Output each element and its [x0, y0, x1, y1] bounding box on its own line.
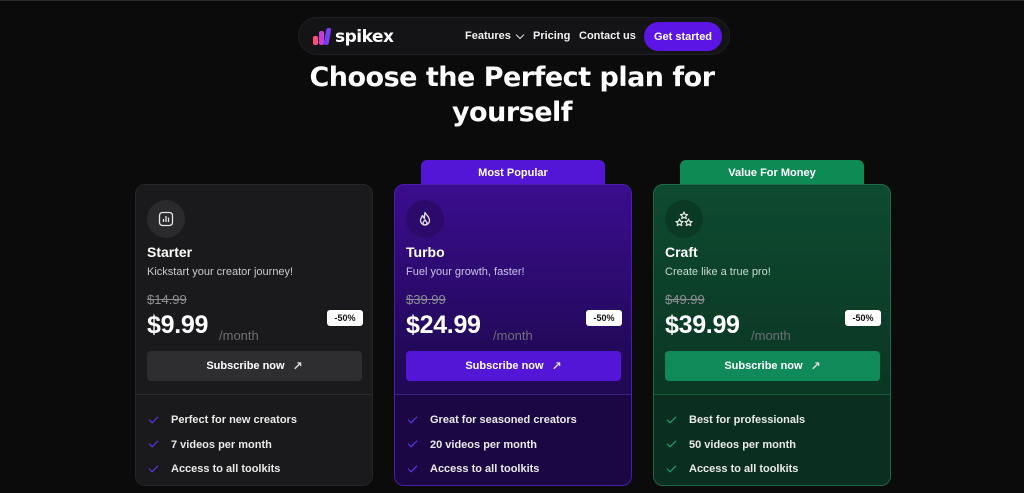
check-icon	[407, 438, 420, 451]
chevron-down-icon	[515, 30, 525, 39]
brand-logo[interactable]: spikex	[313, 27, 394, 47]
feature-text: Access to all toolkits	[689, 463, 799, 476]
discount-badge: -50%	[327, 310, 363, 326]
feature-text: 50 videos per month	[689, 438, 796, 451]
old-price: $49.99	[665, 292, 705, 307]
check-icon	[148, 438, 161, 451]
value-for-money-badge: Value For Money	[680, 160, 864, 186]
navbar: spikex Features Pricing Contact us Get s…	[298, 17, 730, 55]
price: $39.99	[665, 311, 740, 339]
price-period: /month	[219, 328, 259, 343]
logo-icon	[313, 28, 332, 46]
list-item: Access to all toolkits	[147, 457, 297, 482]
plan-name: Craft	[665, 244, 698, 260]
subscribe-label: Subscribe now	[724, 360, 803, 372]
feature-text: Best for professionals	[689, 414, 806, 427]
list-item: 50 videos per month	[665, 433, 805, 458]
nav-pricing[interactable]: Pricing	[533, 30, 570, 42]
plan-name: Turbo	[406, 244, 445, 260]
feature-text: Great for seasoned creators	[430, 414, 577, 427]
subscribe-button[interactable]: Subscribe now ↗	[147, 351, 362, 381]
feature-text: Perfect for new creators	[171, 414, 297, 427]
plan-tagline: Create like a true pro!	[665, 266, 771, 278]
plan-card-turbo: Turbo Fuel your growth, faster! $39.99 $…	[394, 184, 632, 486]
list-item: Access to all toolkits	[665, 457, 805, 482]
plan-tagline: Kickstart your creator journey!	[147, 266, 294, 278]
arrow-up-right-icon: ↗	[551, 359, 562, 373]
plan-tagline: Fuel your growth, faster!	[406, 266, 525, 278]
stars-icon	[665, 200, 703, 238]
subscribe-label: Subscribe now	[465, 360, 544, 372]
check-icon	[407, 463, 420, 476]
check-icon	[148, 414, 161, 427]
page-title-line-2: yourself	[451, 97, 573, 128]
check-icon	[407, 414, 420, 427]
discount-badge: -50%	[845, 310, 881, 326]
old-price: $14.99	[147, 292, 187, 307]
feature-list: Best for professionals 50 videos per mon…	[665, 408, 805, 482]
nav-features[interactable]: Features	[465, 30, 525, 42]
feature-text: Access to all toolkits	[171, 463, 281, 476]
feature-text: 20 videos per month	[430, 438, 537, 451]
feature-list: Perfect for new creators 7 videos per mo…	[147, 408, 297, 482]
list-item: Access to all toolkits	[406, 457, 577, 482]
check-icon	[148, 463, 161, 476]
most-popular-badge: Most Popular	[421, 160, 605, 186]
arrow-up-right-icon: ↗	[810, 359, 821, 373]
page-title-line-1: Choose the Perfect plan for	[309, 62, 715, 93]
check-icon	[666, 438, 679, 451]
check-icon	[666, 463, 679, 476]
list-item: 7 videos per month	[147, 433, 297, 458]
page-title: Choose the Perfect plan for yourself	[262, 60, 762, 130]
feature-text: 7 videos per month	[171, 438, 272, 451]
arrow-up-right-icon: ↗	[292, 359, 303, 373]
price-period: /month	[751, 328, 791, 343]
feature-text: Access to all toolkits	[430, 463, 540, 476]
discount-badge: -50%	[586, 310, 622, 326]
plan-card-craft: Craft Create like a true pro! $49.99 $39…	[653, 184, 891, 486]
brand-name: spikex	[335, 27, 394, 47]
flame-icon	[406, 200, 444, 238]
price-period: /month	[493, 328, 533, 343]
nav-contact[interactable]: Contact us	[579, 30, 636, 42]
bar-chart-icon	[147, 200, 185, 238]
list-item: Great for seasoned creators	[406, 408, 577, 433]
subscribe-label: Subscribe now	[206, 360, 285, 372]
get-started-button[interactable]: Get started	[644, 22, 722, 51]
list-item: Perfect for new creators	[147, 408, 297, 433]
price: $24.99	[406, 311, 481, 339]
check-icon	[666, 414, 679, 427]
price: $9.99	[147, 311, 209, 339]
subscribe-button[interactable]: Subscribe now ↗	[406, 351, 621, 381]
feature-list: Great for seasoned creators 20 videos pe…	[406, 408, 577, 482]
list-item: Best for professionals	[665, 408, 805, 433]
nav-features-label: Features	[465, 30, 511, 42]
plan-card-starter: Starter Kickstart your creator journey! …	[135, 184, 373, 486]
old-price: $39.99	[406, 292, 446, 307]
plan-name: Starter	[147, 244, 193, 260]
top-border	[0, 0, 1024, 1]
list-item: 20 videos per month	[406, 433, 577, 458]
subscribe-button[interactable]: Subscribe now ↗	[665, 351, 880, 381]
